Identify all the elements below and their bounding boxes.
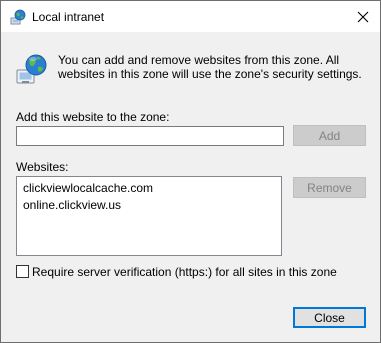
list-item[interactable]: clickviewlocalcache.com	[23, 181, 153, 195]
list-item[interactable]: online.clickview.us	[23, 198, 121, 212]
globe-network-icon	[16, 53, 48, 85]
add-website-label: Add this website to the zone:	[16, 110, 170, 124]
local-intranet-dialog: Local intranet You can add and remove we…	[0, 0, 381, 343]
close-button[interactable]: Close	[293, 307, 366, 328]
title-bar[interactable]: Local intranet	[1, 1, 380, 32]
websites-label: Websites:	[16, 160, 69, 174]
require-https-label[interactable]: Require server verification (https:) for…	[32, 265, 337, 279]
add-website-input[interactable]	[16, 126, 284, 146]
require-https-checkbox[interactable]	[16, 265, 29, 278]
websites-list[interactable]: clickviewlocalcache.com online.clickview…	[16, 176, 282, 256]
remove-button[interactable]: Remove	[293, 177, 366, 198]
add-button[interactable]: Add	[293, 125, 366, 146]
window-title: Local intranet	[32, 10, 105, 24]
zone-description: You can add and remove websites from thi…	[58, 53, 362, 81]
close-icon[interactable]	[347, 3, 379, 31]
globe-network-icon	[10, 9, 26, 25]
